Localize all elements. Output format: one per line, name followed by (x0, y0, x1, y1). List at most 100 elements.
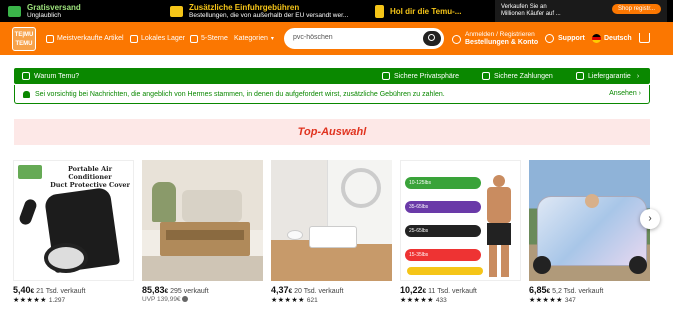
chevron-down-icon: ▾ (270, 36, 274, 42)
temu-logo[interactable]: TE|MU TEMU (12, 27, 36, 51)
nav-local-warehouse[interactable]: Lokales Lager (130, 22, 185, 55)
account-orders: Bestellungen & Konto (465, 39, 539, 46)
trust-label: Sichere Zahlungen (494, 72, 553, 80)
search-input[interactable] (293, 34, 418, 41)
band-black: 25-65lbs (405, 225, 481, 237)
promo-seller-text-1: Verkaufen Sie an (501, 4, 547, 10)
language-selector[interactable]: Deutsch (592, 22, 632, 55)
person-shorts (487, 223, 511, 245)
sold-count: 295 verkauft (170, 288, 209, 295)
brand-logo (18, 165, 42, 179)
phone-icon (375, 4, 384, 18)
price: 10,22 (400, 285, 423, 295)
carousel-next-button[interactable]: › (640, 209, 660, 229)
nav-label: Lokales Lager (141, 35, 185, 42)
person-head (493, 175, 505, 187)
band-yellow (407, 267, 483, 275)
cart-icon[interactable] (639, 33, 650, 43)
rating-stars: ★★★★★ (529, 297, 563, 304)
product-image[interactable] (142, 160, 263, 281)
nav-five-stars[interactable]: 5-Sterne (190, 22, 228, 55)
promo-app[interactable]: Hol dir die Temu-... (375, 0, 495, 22)
uvp-price: UVP 139,99€ (142, 296, 181, 303)
promo-free-shipping[interactable]: Gratisversand Unglaublich (0, 0, 170, 22)
review-count: 1.297 (48, 297, 66, 304)
sold-count: 21 Tsd. verkauft (36, 288, 86, 295)
card-icon (482, 72, 490, 80)
sold-count: 20 Tsd. verkauft (294, 288, 344, 295)
trust-label: Warum Temu? (34, 72, 80, 80)
trust-label: Liefergarantie (588, 72, 631, 80)
car-wheel (533, 256, 551, 274)
band-green: 10-125lbs (405, 177, 481, 189)
trust-label: Sichere Privatsphäre (394, 72, 459, 80)
product-image[interactable]: 10-125lbs 35-65lbs 25-65lbs 15-35lbs (400, 160, 521, 281)
nav-categories[interactable]: Kategorien ▾ (234, 22, 274, 55)
person-leg (501, 245, 509, 277)
review-count: 347 (564, 297, 576, 304)
product-card[interactable]: Portable Air Conditioner Duct Protective… (13, 160, 134, 304)
user-icon (452, 34, 461, 44)
rating-stars: ★★★★★ (400, 297, 434, 304)
info-icon[interactable] (182, 296, 189, 303)
top-picks-header: Top-Auswahl (14, 119, 650, 145)
rating: ★★★★★ 621 (271, 296, 392, 304)
secure-privacy[interactable]: Sichere Privatsphäre (382, 68, 459, 84)
delivery-guarantee[interactable]: Liefergarantie › (576, 68, 639, 84)
nav-label: Kategorien (234, 35, 268, 42)
product-image[interactable] (271, 160, 392, 281)
promo-import-fees[interactable]: Zusätzliche Einfuhrgebühren Bestellungen… (170, 0, 375, 22)
rating-stars: ★★★★★ (13, 297, 47, 304)
rating-stars: ★★★★★ (271, 297, 305, 304)
logo-text: TEMU (15, 41, 33, 47)
rating: ★★★★★ 1.297 (13, 296, 134, 304)
chevron-right-icon: › (636, 72, 640, 80)
shield-check-icon (22, 72, 30, 80)
promo-subtitle: Unglaublich (27, 11, 61, 19)
table-shelf (166, 230, 244, 240)
trust-bar: Warum Temu? Sichere Privatsphäre Sichere… (14, 68, 650, 84)
nav-bestsellers[interactable]: Meistverkaufte Artikel (46, 22, 124, 55)
strap (17, 197, 39, 227)
rug (142, 256, 263, 281)
promo-seller[interactable]: Verkaufen Sie an Millionen Käufer auf ..… (495, 0, 667, 22)
person-torso (487, 187, 511, 223)
seller-register-button[interactable]: Shop registr... (611, 4, 661, 14)
currency: € (422, 288, 427, 295)
price: 5,40 (13, 285, 31, 295)
product-card[interactable]: 6,85€ 5,2 Tsd. verkauft ★★★★★ 347 (529, 160, 650, 304)
support-link[interactable]: Support (545, 22, 585, 55)
image-title-line: Duct Protective Cover (50, 181, 130, 189)
price: 85,83 (142, 285, 165, 295)
lock-icon (382, 72, 390, 80)
product-image[interactable] (529, 160, 650, 281)
notice-view-link[interactable]: Ansehen › (609, 90, 641, 97)
machine-door (341, 168, 381, 208)
promo-title: Gratisversand (27, 2, 81, 12)
promo-title: Zusätzliche Einfuhrgebühren (189, 2, 300, 12)
bell-icon (23, 90, 30, 98)
german-flag-icon (592, 34, 601, 43)
product-image[interactable]: Portable Air Conditioner Duct Protective… (13, 160, 134, 281)
rating: ★★★★★ 347 (529, 296, 650, 304)
why-temu[interactable]: Warum Temu? (22, 68, 79, 84)
support-icon (545, 34, 554, 43)
currency: € (546, 288, 551, 295)
account-menu[interactable]: Anmelden / Registrieren Bestellungen & K… (452, 31, 538, 47)
product-card[interactable]: 85,83€ 295 verkauft UVP 139,99€ (142, 160, 263, 303)
rating: ★★★★★ 433 (400, 296, 521, 304)
currency: € (288, 288, 293, 295)
notice-text: Sei vorsichtig bei Nachrichten, die ange… (35, 90, 445, 98)
review-count: 433 (435, 297, 447, 304)
promo-banner: Gratisversand Unglaublich Zusätzliche Ei… (0, 0, 673, 22)
notice-view-label: Ansehen (609, 90, 637, 97)
product-card[interactable]: 10-125lbs 35-65lbs 25-65lbs 15-35lbs 10,… (400, 160, 521, 304)
main-header: TE|MU TEMU Meistverkaufte Artikel Lokale… (0, 22, 673, 55)
sofa (182, 190, 242, 222)
search-icon[interactable] (423, 31, 441, 46)
secure-payments[interactable]: Sichere Zahlungen (482, 68, 553, 84)
truck-icon (576, 72, 584, 80)
review-count: 621 (306, 297, 318, 304)
product-card[interactable]: 4,37€ 20 Tsd. verkauft ★★★★★ 621 (271, 160, 392, 304)
search-bar[interactable] (284, 28, 444, 49)
